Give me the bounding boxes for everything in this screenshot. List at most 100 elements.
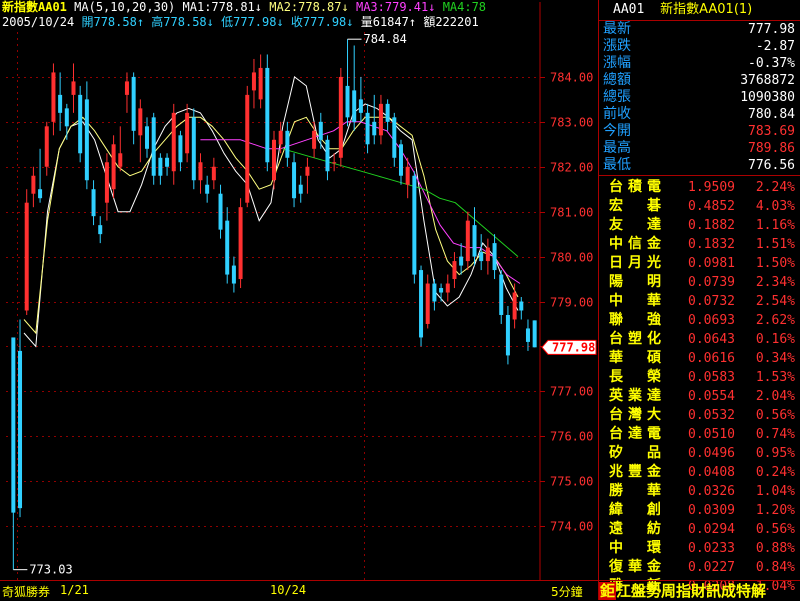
stock-row[interactable]: 矽品 0.0496 0.95%	[599, 444, 800, 463]
software-label: 奇狐勝券	[2, 585, 51, 599]
quote-row: 漲幅 -0.37%	[599, 55, 800, 72]
stock-name: 台灣大	[609, 407, 661, 423]
candle-body	[439, 288, 444, 293]
quote-value: 776.56	[748, 158, 795, 173]
stock-weight: 1.9509	[688, 180, 735, 195]
stock-weight: 0.1832	[688, 237, 735, 252]
candle-body	[18, 350, 23, 509]
stock-change-pct: 0.34%	[755, 351, 795, 366]
candle	[158, 153, 163, 185]
candle-body	[205, 184, 210, 194]
bar-low: 低777.98↓	[221, 15, 284, 29]
quote-label: 最低	[603, 157, 631, 173]
stock-weight: 0.0583	[688, 370, 735, 385]
stock-row[interactable]: 長榮 0.0583 1.53%	[599, 368, 800, 387]
stock-row[interactable]: 兆豐金 0.0408 0.24%	[599, 463, 800, 482]
candle	[225, 207, 230, 284]
candle	[258, 54, 263, 109]
stock-row[interactable]: 陽明 0.0739 2.34%	[599, 273, 800, 292]
y-tick-label: 782.00	[550, 161, 593, 175]
stock-row[interactable]: 宏碁 0.4852 4.03%	[599, 197, 800, 216]
candle	[78, 85, 83, 163]
stock-row[interactable]: 台灣大 0.0532 0.56%	[599, 406, 800, 425]
stock-row[interactable]: 緯創 0.0309 1.20%	[599, 501, 800, 520]
ma4-value: MA4:78	[442, 0, 487, 14]
chart-title: 新指數AA01	[2, 0, 67, 14]
quote-label: 總張	[603, 89, 631, 105]
candle-body	[44, 126, 49, 167]
quote-value: 777.98	[748, 22, 795, 37]
stock-weight: 0.0510	[688, 427, 735, 442]
candle	[191, 108, 196, 190]
stock-row[interactable]: 台塑化 0.0643 0.16%	[599, 330, 800, 349]
quote-row: 前收 780.84	[599, 106, 800, 123]
candle-body	[178, 135, 183, 163]
stock-row[interactable]: 台積電 1.9509 2.24%	[599, 178, 800, 197]
quote-panel-header: AA01 新指數AA01(1)	[599, 0, 800, 21]
candle	[425, 274, 430, 329]
candle	[499, 270, 504, 324]
stock-row[interactable]: 勝華 0.0326 1.04%	[599, 482, 800, 501]
stock-name: 台積電	[609, 179, 661, 195]
candle-body	[459, 256, 464, 266]
stock-name: 聯強	[609, 312, 661, 328]
quote-row: 漲跌 -2.87	[599, 38, 800, 55]
candle-body	[519, 301, 524, 311]
candle-body	[479, 252, 484, 262]
stock-row[interactable]: 華碩 0.0616 0.34%	[599, 349, 800, 368]
bar-date: 2005/10/24	[2, 15, 75, 29]
stock-row[interactable]: 復華金 0.0227 0.84%	[599, 558, 800, 577]
stock-name: 華碩	[609, 350, 661, 366]
stock-name: 長榮	[609, 369, 661, 385]
stock-weight: 0.0326	[688, 484, 735, 499]
stock-change-pct: 0.24%	[755, 465, 795, 480]
candlestick-chart: 784.00783.00782.00781.00780.00779.00778.…	[6, 2, 597, 580]
candle	[378, 94, 383, 145]
candle	[325, 135, 330, 181]
stock-row[interactable]: 英業達 0.0554 2.04%	[599, 387, 800, 406]
candle	[145, 117, 150, 158]
index-name: 新指數AA01(1)	[660, 2, 753, 17]
stock-weight: 0.0294	[688, 522, 735, 537]
stock-row[interactable]: 遠紡 0.0294 0.56%	[599, 520, 800, 539]
candle-body	[124, 81, 129, 95]
candle	[245, 85, 250, 208]
bar-high: 高778.58↓	[151, 15, 214, 29]
candle-body	[118, 153, 123, 167]
candle	[439, 283, 444, 302]
candle	[18, 319, 23, 518]
period-selector[interactable]: 5分鐘	[551, 583, 583, 600]
candle	[445, 274, 450, 302]
stock-name: 陽明	[609, 274, 661, 290]
stock-row[interactable]: 日月光 0.0981 1.50%	[599, 254, 800, 273]
quote-label: 漲幅	[603, 55, 631, 71]
stock-weight: 0.0496	[688, 446, 735, 461]
stock-weight: 0.0981	[688, 256, 735, 271]
stock-row[interactable]: 中環 0.0233 0.88%	[599, 539, 800, 558]
quote-value: -2.87	[755, 39, 795, 54]
y-tick-label: 776.00	[550, 430, 593, 444]
stock-change-pct: 2.62%	[755, 313, 795, 328]
candle-body	[245, 94, 250, 203]
time-label-first: 1/21	[60, 583, 89, 597]
stock-row[interactable]: 中華 0.0732 2.54%	[599, 292, 800, 311]
stock-row[interactable]: 聯強 0.0693 2.62%	[599, 311, 800, 330]
candle	[352, 45, 357, 131]
candle	[298, 175, 303, 203]
stock-row[interactable]: 台達電 0.0510 0.74%	[599, 425, 800, 444]
stock-change-pct: 1.04%	[755, 484, 795, 499]
news-ticker[interactable]: 鉅江盤勢周指財訊成特解	[599, 580, 800, 601]
candle-body	[419, 270, 424, 338]
candle	[452, 252, 457, 289]
quote-row: 總張 1090380	[599, 89, 800, 106]
candle	[38, 148, 43, 203]
candle-body	[278, 130, 283, 145]
candle	[118, 126, 123, 172]
stock-row[interactable]: 中信金 0.1832 1.51%	[599, 235, 800, 254]
quote-value: -0.37%	[748, 56, 795, 71]
candle-body	[345, 85, 350, 118]
candle	[11, 337, 16, 570]
candle-body	[358, 99, 363, 113]
candle-body	[38, 189, 43, 199]
stock-row[interactable]: 友達 0.1882 1.16%	[599, 216, 800, 235]
